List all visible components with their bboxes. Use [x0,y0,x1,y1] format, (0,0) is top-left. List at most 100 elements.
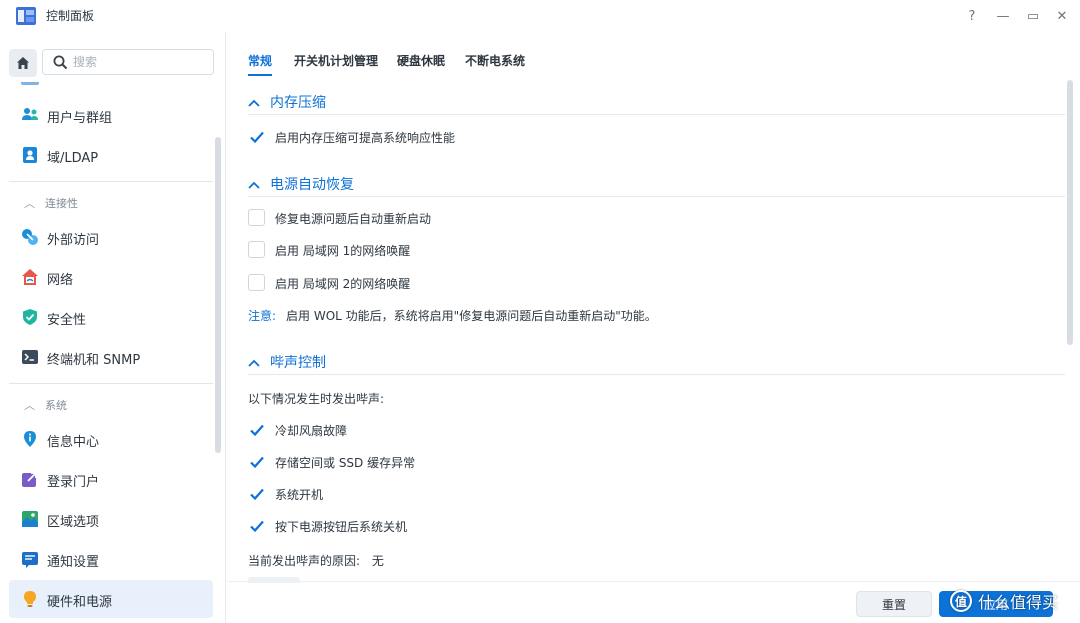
clipped-button [248,577,300,583]
sidebar-item-domain-ldap[interactable]: 域/LDAP [9,136,213,174]
sidebar-item-label: 通知设置 [47,555,100,570]
sidebar-item-hardware-power[interactable]: 硬件和电源 [9,580,213,618]
watermark: 值 什么值得买 [950,588,1058,614]
checkmark-icon [250,488,264,501]
note-text: 启用 WOL 功能后，系统将启用"修复电源问题后自动重新启动"功能。 [286,309,657,323]
sidebar-item-security[interactable]: 安全性 [9,298,213,336]
sidebar-item-label: 网络 [47,273,74,288]
domain-ldap-icon [23,147,37,163]
tab-general[interactable]: 常规 [248,52,272,69]
checkmark-icon [250,520,264,533]
divider [9,181,213,182]
sidebar-scrollbar[interactable] [215,137,221,453]
power-button-shutdown-checkbox[interactable] [248,517,265,534]
fan-failure-checkbox[interactable] [248,421,265,438]
option-label: 按下电源按钮后系统关机 [275,520,408,534]
chevron-up-icon: ︿ [24,197,35,210]
storage-abnormal-checkbox[interactable] [248,453,265,470]
search-input[interactable] [73,53,203,71]
minimize-icon[interactable]: — [993,6,1013,26]
sidebar-item-login-portal[interactable]: 登录门户 [9,460,213,498]
tab-power-schedule[interactable]: 开关机计划管理 [294,52,378,69]
chevron-up-icon [248,95,260,111]
network-icon [22,269,38,285]
help-icon[interactable]: ? [962,6,982,26]
title-bar: 控制面板 ? — ▭ ✕ [0,0,1080,32]
sidebar-item-label: 信息中心 [47,435,100,450]
auto-restart-checkbox[interactable] [248,209,265,226]
tab-bar: 常规 开关机计划管理 硬盘休眠 不断电系统 [227,32,1080,76]
option-label: 系统开机 [275,488,324,502]
checkmark-icon [250,131,264,144]
wol-lan2-checkbox[interactable] [248,274,265,291]
window-title: 控制面板 [46,9,95,23]
regional-options-icon [22,511,38,527]
sidebar-item-label: 用户与群组 [47,111,113,126]
option-label: 冷却风扇故障 [275,424,348,438]
section-divider [248,196,1065,197]
hardware-power-icon [24,591,36,607]
group-header-system[interactable]: ︿ 系统 [24,397,67,413]
option-label: 启用 局域网 1的网络唤醒 [275,244,411,258]
reset-button[interactable]: 重置 [856,591,932,617]
wol-note: 注意: 启用 WOL 功能后，系统将启用"修复电源问题后自动重新启动"功能。 [248,307,657,324]
users-icon [22,108,38,120]
clipped-icon-fragment [21,82,39,85]
sidebar-item-users[interactable]: 用户与群组 [9,96,213,134]
option-label: 存储空间或 SSD 缓存异常 [275,456,416,470]
divider [9,383,213,384]
chevron-up-icon [248,177,260,193]
sidebar-item-notification[interactable]: 通知设置 [9,540,213,578]
section-header-memory-compression[interactable]: 内存压缩 [248,92,326,112]
control-panel-app-icon [16,7,36,25]
note-prefix: 注意: [248,309,277,323]
home-button[interactable] [9,49,37,77]
chevron-up-icon: ︿ [24,399,35,412]
beep-reason-value: 无 [371,554,384,568]
watermark-text: 什么值得买 [978,593,1059,612]
section-divider [248,374,1065,375]
maximize-icon[interactable]: ▭ [1023,6,1043,26]
sidebar: 用户与群组 域/LDAP ︿连接性 外部访问 网络 安全 [0,32,226,623]
sidebar-item-label: 域/LDAP [47,151,99,166]
option-label: 启用内存压缩可提高系统响应性能 [275,131,456,145]
close-icon[interactable]: ✕ [1052,6,1072,26]
tab-hdd-hibernation[interactable]: 硬盘休眠 [397,52,445,69]
sidebar-item-regional-options[interactable]: 区域选项 [9,500,213,538]
info-center-icon [24,431,36,447]
sidebar-item-label: 安全性 [47,313,87,328]
sidebar-item-terminal-snmp[interactable]: 终端机和 SNMP [9,338,213,376]
option-label: 启用 局域网 2的网络唤醒 [275,277,411,291]
home-icon [17,57,29,69]
memory-compression-checkbox[interactable] [248,128,265,145]
terminal-icon [22,350,38,364]
sidebar-item-external-access[interactable]: 外部访问 [9,218,213,256]
security-shield-icon [23,309,37,325]
active-tab-indicator [248,74,272,76]
notification-icon [22,552,38,568]
beep-reason-label: 当前发出哔声的原因: [248,554,361,568]
external-access-icon [22,229,38,245]
chevron-up-icon [248,355,260,371]
sidebar-item-label: 硬件和电源 [47,595,113,610]
sidebar-item-label: 终端机和 SNMP [47,353,141,368]
main-panel: 常规 开关机计划管理 硬盘休眠 不断电系统 内存压缩 启用内存压缩可提高系统响应… [227,32,1080,623]
section-divider [248,114,1065,115]
beep-reason-row: 当前发出哔声的原因: 无 [248,552,384,569]
content-scrollbar[interactable] [1067,80,1073,345]
beep-intro-text: 以下情况发生时发出哔声: [248,392,385,406]
search-box[interactable] [42,49,214,75]
sidebar-item-label: 外部访问 [47,233,100,248]
option-label: 修复电源问题后自动重新启动 [275,212,432,226]
tab-ups[interactable]: 不断电系统 [465,52,525,69]
sidebar-item-label: 区域选项 [47,515,100,530]
wol-lan1-checkbox[interactable] [248,241,265,258]
checkmark-icon [250,456,264,469]
checkmark-icon [250,424,264,437]
sidebar-item-info-center[interactable]: 信息中心 [9,420,213,458]
section-header-power-recovery[interactable]: 电源自动恢复 [248,174,354,194]
section-header-beep-control[interactable]: 哔声控制 [248,352,326,372]
system-boot-checkbox[interactable] [248,485,265,502]
group-header-connectivity[interactable]: ︿ 连接性 [24,195,78,211]
sidebar-item-network[interactable]: 网络 [9,258,213,296]
